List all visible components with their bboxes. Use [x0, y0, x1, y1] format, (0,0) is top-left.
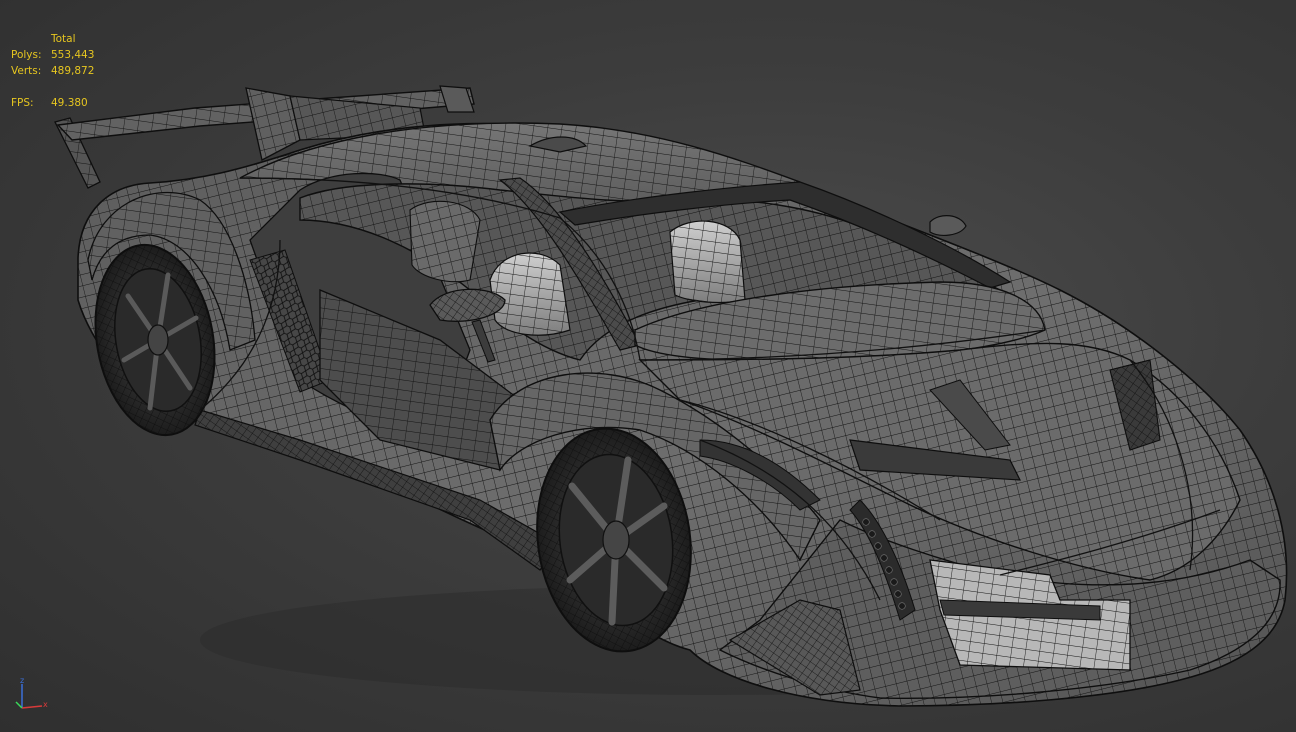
y-axis-line	[15, 701, 23, 709]
polys-value: 553,443	[51, 49, 95, 61]
polys-label: Polys:	[11, 49, 42, 61]
axis-tripod-icon: z x	[15, 676, 48, 709]
x-axis-label: x	[43, 700, 48, 709]
stats-header: Total	[51, 33, 76, 45]
z-axis-label: z	[20, 676, 24, 685]
x-axis-line	[21, 705, 43, 709]
verts-label: Verts:	[11, 65, 42, 77]
verts-value: 489,872	[51, 65, 95, 77]
3d-viewport[interactable]: Total Polys: 553,443 Verts: 489,872 FPS:…	[0, 0, 1296, 732]
fps-value: 49.380	[51, 97, 88, 109]
fps-label: FPS:	[11, 97, 34, 109]
car-wireframe-model[interactable]	[0, 0, 1296, 732]
